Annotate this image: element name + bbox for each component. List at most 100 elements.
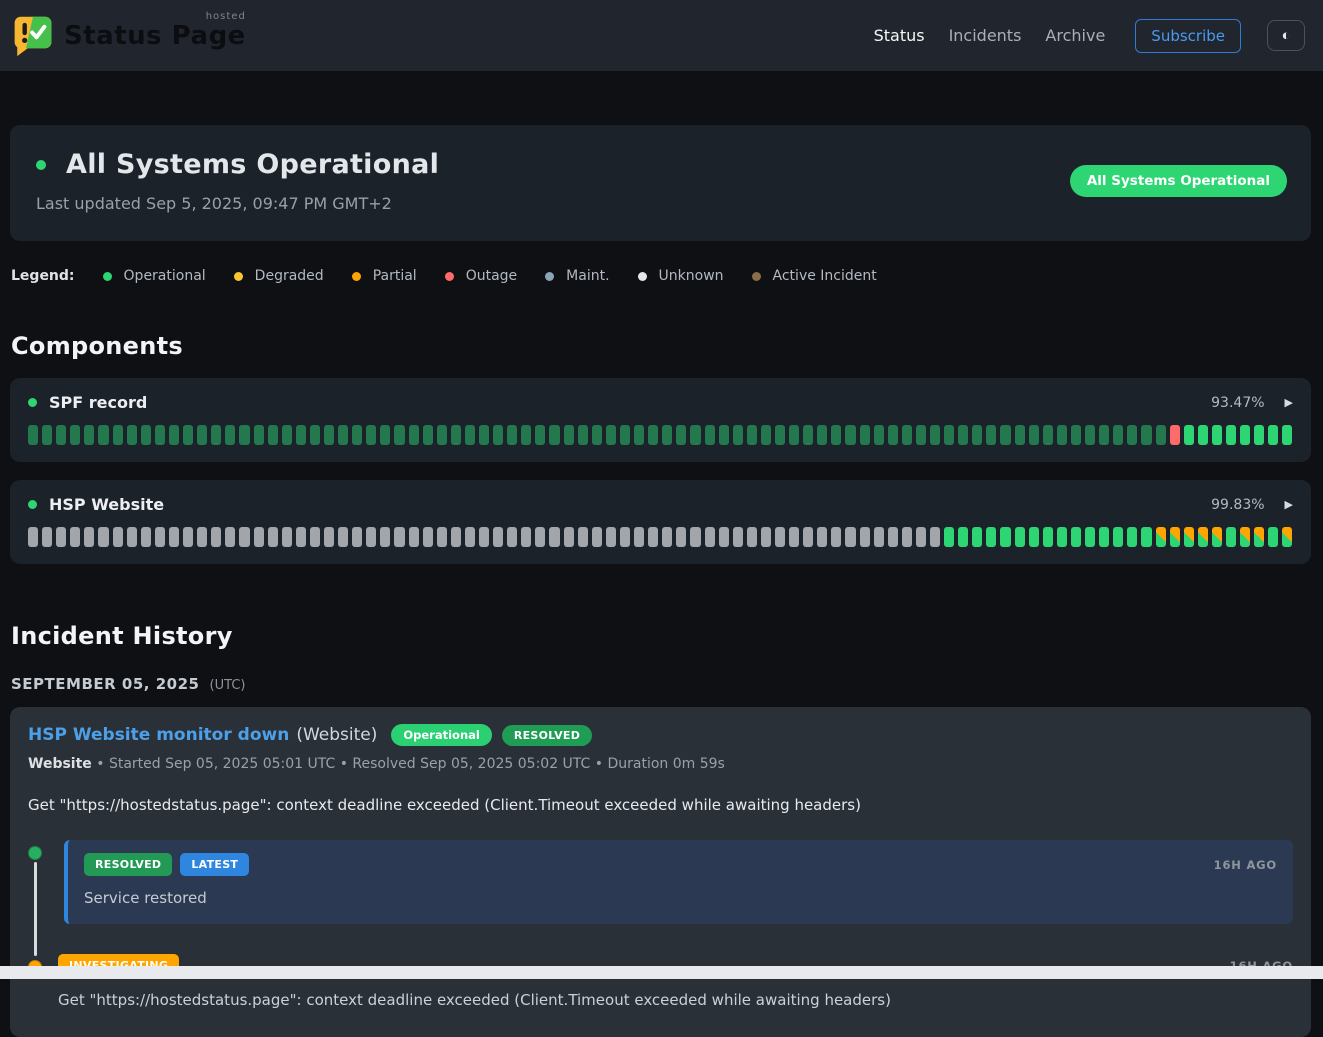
uptime-bar-muted[interactable] [761,425,771,445]
incident-title-link[interactable]: HSP Website monitor down [28,725,289,745]
uptime-bar-operational[interactable] [1099,527,1109,547]
uptime-bar-nodata[interactable] [874,527,884,547]
uptime-bar-nodata[interactable] [719,527,729,547]
uptime-bar-outage[interactable] [1170,425,1180,445]
uptime-bar-muted[interactable] [648,425,658,445]
uptime-bar-nodata[interactable] [888,527,898,547]
uptime-bar-muted[interactable] [268,425,278,445]
uptime-bar-muted[interactable] [155,425,165,445]
uptime-bar-nodata[interactable] [324,527,334,547]
uptime-bar-nodata[interactable] [775,527,785,547]
uptime-bar-operational[interactable] [1000,527,1010,547]
uptime-bar-nodata[interactable] [211,527,221,547]
uptime-bar-muted[interactable] [310,425,320,445]
uptime-bar-nodata[interactable] [42,527,52,547]
uptime-bar-muted[interactable] [324,425,334,445]
uptime-bar-muted[interactable] [465,425,475,445]
uptime-bar-nodata[interactable] [423,527,433,547]
uptime-bar-nodata[interactable] [747,527,757,547]
uptime-bar-muted[interactable] [493,425,503,445]
uptime-bar-muted[interactable] [1113,425,1123,445]
uptime-bar-nodata[interactable] [662,527,672,547]
uptime-bar-muted[interactable] [1085,425,1095,445]
uptime-bar-nodata[interactable] [705,527,715,547]
uptime-bar-operational[interactable] [1127,527,1137,547]
uptime-bar-muted[interactable] [28,425,38,445]
uptime-bar-muted[interactable] [225,425,235,445]
uptime-bar-muted[interactable] [535,425,545,445]
uptime-bar-muted[interactable] [394,425,404,445]
uptime-bar-muted[interactable] [634,425,644,445]
uptime-bar-operational[interactable] [1212,425,1222,445]
uptime-bar-muted[interactable] [127,425,137,445]
uptime-bar-nodata[interactable] [225,527,235,547]
uptime-bar-muted[interactable] [775,425,785,445]
uptime-bar-nodata[interactable] [493,527,503,547]
uptime-bar-operational[interactable] [1071,527,1081,547]
uptime-bar-muted[interactable] [113,425,123,445]
uptime-bar-muted[interactable] [1141,425,1151,445]
uptime-bar-degraded[interactable] [1212,527,1222,547]
uptime-bar-degraded[interactable] [1240,527,1250,547]
uptime-bar-muted[interactable] [972,425,982,445]
uptime-bar-muted[interactable] [705,425,715,445]
uptime-bar-nodata[interactable] [239,527,249,547]
uptime-bar-muted[interactable] [197,425,207,445]
uptime-bar-muted[interactable] [479,425,489,445]
theme-toggle-button[interactable]: ◐ [1267,20,1305,51]
uptime-bar-muted[interactable] [169,425,179,445]
uptime-bar-operational[interactable] [1141,527,1151,547]
uptime-bar-nodata[interactable] [394,527,404,547]
uptime-bar-operational[interactable] [1029,527,1039,547]
uptime-bar-nodata[interactable] [155,527,165,547]
uptime-bar-operational[interactable] [1015,527,1025,547]
uptime-bar-muted[interactable] [747,425,757,445]
uptime-bar-degraded[interactable] [1170,527,1180,547]
uptime-bar-nodata[interactable] [28,527,38,547]
uptime-bar-nodata[interactable] [860,527,870,547]
expand-arrow-icon[interactable]: ▶ [1285,498,1293,511]
expand-arrow-icon[interactable]: ▶ [1285,396,1293,409]
uptime-bar-operational[interactable] [1268,425,1278,445]
uptime-bar-operational[interactable] [1254,425,1264,445]
uptime-bar-nodata[interactable] [366,527,376,547]
uptime-bar-muted[interactable] [592,425,602,445]
uptime-bar-operational[interactable] [1085,527,1095,547]
uptime-bar-muted[interactable] [789,425,799,445]
uptime-bar-nodata[interactable] [606,527,616,547]
uptime-bar-operational[interactable] [944,527,954,547]
uptime-bar-muted[interactable] [845,425,855,445]
uptime-bar-nodata[interactable] [902,527,912,547]
uptime-bar-muted[interactable] [254,425,264,445]
uptime-bar-nodata[interactable] [437,527,447,547]
uptime-bar-muted[interactable] [930,425,940,445]
uptime-bar-nodata[interactable] [409,527,419,547]
uptime-bar-nodata[interactable] [282,527,292,547]
uptime-bar-muted[interactable] [211,425,221,445]
uptime-bar-muted[interactable] [944,425,954,445]
brand-logo[interactable]: Status Page hosted [12,14,246,58]
uptime-bar-muted[interactable] [620,425,630,445]
uptime-bar-muted[interactable] [662,425,672,445]
uptime-bar-degraded[interactable] [1156,527,1166,547]
uptime-bar-nodata[interactable] [338,527,348,547]
uptime-bar-muted[interactable] [874,425,884,445]
uptime-bar-muted[interactable] [423,425,433,445]
uptime-bar-operational[interactable] [972,527,982,547]
uptime-bar-nodata[interactable] [620,527,630,547]
nav-incidents[interactable]: Incidents [949,26,1022,45]
uptime-bar-operational[interactable] [1282,425,1292,445]
uptime-bar-nodata[interactable] [789,527,799,547]
uptime-bar-nodata[interactable] [549,527,559,547]
uptime-bar-muted[interactable] [507,425,517,445]
uptime-bar-operational[interactable] [986,527,996,547]
uptime-bar-nodata[interactable] [141,527,151,547]
uptime-bar-nodata[interactable] [380,527,390,547]
uptime-bar-muted[interactable] [831,425,841,445]
uptime-bar-muted[interactable] [1127,425,1137,445]
uptime-bar-muted[interactable] [437,425,447,445]
uptime-bar-muted[interactable] [521,425,531,445]
uptime-bar-nodata[interactable] [521,527,531,547]
uptime-bar-nodata[interactable] [916,527,926,547]
uptime-bar-nodata[interactable] [634,527,644,547]
